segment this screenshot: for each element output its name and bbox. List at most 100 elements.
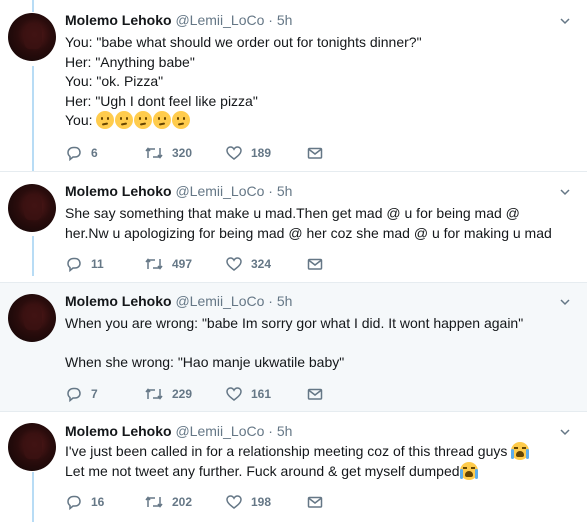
avatar[interactable] bbox=[8, 13, 56, 61]
chevron-down-icon[interactable] bbox=[559, 15, 571, 27]
tweet-line: You: "ok. Pizza" bbox=[65, 73, 164, 89]
loudly-crying-face-emoji bbox=[459, 461, 478, 480]
tweet-actions: 6 320 189 bbox=[65, 143, 365, 163]
reply-count: 11 bbox=[91, 257, 104, 271]
retweet-count: 229 bbox=[172, 387, 193, 401]
tweet-text: When you are wrong: "babe Im sorry gor w… bbox=[65, 314, 570, 373]
reply-button[interactable]: 7 bbox=[65, 384, 98, 404]
author-name[interactable]: Molemo Lehoko bbox=[65, 12, 172, 28]
like-count: 198 bbox=[251, 495, 272, 509]
chevron-down-icon[interactable] bbox=[559, 296, 571, 308]
confused-face-emoji bbox=[115, 111, 134, 129]
tweet-header: Molemo Lehoko @Lemii_LoCo · 5h bbox=[65, 182, 292, 200]
tweet[interactable]: Molemo Lehoko @Lemii_LoCo · 5h She say s… bbox=[0, 172, 587, 283]
reply-count: 6 bbox=[91, 146, 98, 160]
envelope-icon bbox=[307, 147, 323, 159]
retweet-count: 320 bbox=[172, 146, 193, 160]
timestamp[interactable]: 5h bbox=[277, 293, 293, 309]
tweet-text: I've just been called in for a relations… bbox=[65, 442, 570, 481]
reply-icon bbox=[67, 146, 81, 162]
direct-message-button[interactable] bbox=[306, 492, 324, 512]
like-button[interactable]: 198 bbox=[225, 492, 271, 512]
confused-face-emoji bbox=[134, 111, 153, 129]
tweet[interactable]: Molemo Lehoko @Lemii_LoCo · 5h You: "bab… bbox=[0, 0, 587, 172]
like-count: 189 bbox=[251, 146, 272, 160]
tweet-line-with-emoji: Let me not tweet any further. Fuck aroun… bbox=[65, 461, 570, 482]
retweet-icon bbox=[145, 496, 163, 508]
retweet-button[interactable]: 497 bbox=[144, 254, 192, 274]
retweet-count: 497 bbox=[172, 257, 193, 271]
direct-message-button[interactable] bbox=[306, 254, 324, 274]
tweet-line: Let me not tweet any further. Fuck aroun… bbox=[65, 462, 460, 479]
chevron-down-icon[interactable] bbox=[559, 186, 571, 198]
author-name[interactable]: Molemo Lehoko bbox=[65, 423, 172, 439]
reply-count: 7 bbox=[91, 387, 98, 401]
direct-message-button[interactable] bbox=[306, 384, 324, 404]
separator-dot: · bbox=[268, 183, 273, 199]
tweet-line: Her: "Ugh I dont feel like pizza" bbox=[65, 92, 258, 109]
tweet-line-with-emoji: I've just been called in for a relations… bbox=[65, 442, 570, 462]
reply-count: 16 bbox=[91, 495, 105, 509]
timestamp[interactable]: 5h bbox=[277, 183, 293, 199]
timestamp[interactable]: 5h bbox=[277, 423, 293, 439]
heart-icon bbox=[226, 146, 242, 160]
tweet-header: Molemo Lehoko @Lemii_LoCo · 5h bbox=[65, 292, 292, 310]
reply-button[interactable]: 6 bbox=[65, 143, 98, 163]
separator-dot: · bbox=[268, 12, 273, 28]
separator-dot: · bbox=[268, 293, 273, 309]
avatar[interactable] bbox=[8, 184, 56, 232]
envelope-icon bbox=[307, 388, 323, 400]
author-handle[interactable]: @Lemii_LoCo bbox=[175, 423, 264, 439]
retweet-icon bbox=[145, 258, 163, 270]
reply-icon bbox=[67, 387, 81, 403]
confused-face-emoji bbox=[96, 111, 115, 129]
envelope-icon bbox=[307, 496, 323, 508]
timestamp[interactable]: 5h bbox=[277, 12, 293, 28]
tweet-line: You: "babe what should we order out for … bbox=[65, 34, 422, 50]
tweet-text: You: "babe what should we order out for … bbox=[65, 33, 570, 131]
tweet-line: You: bbox=[65, 112, 93, 128]
tweet-text: She say something that make u mad.Then g… bbox=[65, 204, 560, 243]
confused-face-emoji bbox=[153, 111, 172, 129]
like-count: 324 bbox=[251, 257, 272, 271]
paragraph-break bbox=[65, 334, 570, 354]
like-button[interactable]: 324 bbox=[225, 254, 271, 274]
like-button[interactable]: 161 bbox=[225, 384, 271, 404]
tweet-line: When she wrong: "Hao manje ukwatile baby… bbox=[65, 354, 345, 370]
retweet-icon bbox=[145, 147, 163, 159]
author-handle[interactable]: @Lemii_LoCo bbox=[175, 293, 264, 309]
reply-button[interactable]: 11 bbox=[65, 254, 104, 274]
avatar[interactable] bbox=[8, 423, 56, 471]
tweet-line: I've just been called in for a relations… bbox=[65, 443, 508, 459]
reply-icon bbox=[67, 495, 81, 511]
direct-message-button[interactable] bbox=[306, 143, 324, 163]
chevron-down-icon[interactable] bbox=[559, 426, 571, 438]
envelope-icon bbox=[307, 258, 323, 270]
heart-icon bbox=[226, 387, 242, 401]
author-name[interactable]: Molemo Lehoko bbox=[65, 293, 172, 309]
tweet-actions: 11 497 324 bbox=[65, 254, 365, 274]
retweet-button[interactable]: 202 bbox=[144, 492, 192, 512]
author-name[interactable]: Molemo Lehoko bbox=[65, 183, 172, 199]
tweet-line-with-emoji: You: bbox=[65, 111, 570, 131]
tweet[interactable]: Molemo Lehoko @Lemii_LoCo · 5h I've just… bbox=[0, 412, 587, 522]
retweet-button[interactable]: 320 bbox=[144, 143, 192, 163]
heart-icon bbox=[226, 495, 242, 509]
tweet-line: She say something that make u mad.Then g… bbox=[65, 205, 552, 241]
tweet-actions: 7 229 161 bbox=[65, 384, 365, 404]
retweet-count: 202 bbox=[172, 495, 193, 509]
author-handle[interactable]: @Lemii_LoCo bbox=[175, 183, 264, 199]
heart-icon bbox=[226, 257, 242, 271]
author-handle[interactable]: @Lemii_LoCo bbox=[175, 12, 264, 28]
reply-button[interactable]: 16 bbox=[65, 492, 104, 512]
tweet-header: Molemo Lehoko @Lemii_LoCo · 5h bbox=[65, 11, 292, 29]
reply-icon bbox=[67, 257, 81, 273]
avatar[interactable] bbox=[8, 294, 56, 342]
tweet-header: Molemo Lehoko @Lemii_LoCo · 5h bbox=[65, 422, 292, 440]
tweet-actions: 16 202 198 bbox=[65, 492, 365, 512]
retweet-button[interactable]: 229 bbox=[144, 384, 192, 404]
tweet[interactable]: Molemo Lehoko @Lemii_LoCo · 5h When you … bbox=[0, 283, 587, 412]
like-count: 161 bbox=[251, 387, 272, 401]
tweet-line: Her: "Anything babe" bbox=[65, 53, 195, 70]
like-button[interactable]: 189 bbox=[225, 143, 271, 163]
